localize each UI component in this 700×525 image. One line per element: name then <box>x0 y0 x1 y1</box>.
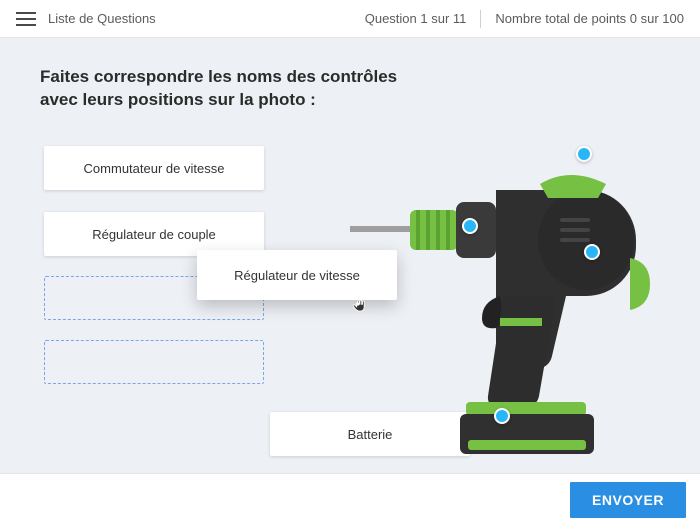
prompt-line-1: Faites correspondre les noms des contrôl… <box>40 66 397 89</box>
app-root: Liste de Questions Question 1 sur 11 Nom… <box>0 0 700 525</box>
submit-button[interactable]: ENVOYER <box>570 482 686 518</box>
card-label: Régulateur de vitesse <box>234 268 360 283</box>
card-speed-regulator-dragging[interactable]: Régulateur de vitesse <box>197 250 397 300</box>
dropzone-slot-4[interactable] <box>44 340 264 384</box>
topbar-right: Question 1 sur 11 Nombre total de points… <box>365 10 684 28</box>
hotspot-battery[interactable] <box>494 408 510 424</box>
card-label: Commutateur de vitesse <box>84 161 225 176</box>
menu-icon[interactable] <box>16 12 36 26</box>
question-prompt: Faites correspondre les noms des contrôl… <box>40 66 397 112</box>
question-list-label[interactable]: Liste de Questions <box>48 11 156 26</box>
hotspot-handle[interactable] <box>584 244 600 260</box>
footer: ENVOYER <box>0 473 700 525</box>
stage: Faites correspondre les noms des contrôl… <box>0 38 700 473</box>
hotspot-top[interactable] <box>576 146 592 162</box>
prompt-line-2: avec leurs positions sur la photo : <box>40 89 397 112</box>
points-total: Nombre total de points 0 sur 100 <box>495 11 684 26</box>
drill-image <box>350 118 670 458</box>
question-progress: Question 1 sur 11 <box>365 11 467 26</box>
card-speed-switch[interactable]: Commutateur de vitesse <box>44 146 264 190</box>
topbar: Liste de Questions Question 1 sur 11 Nom… <box>0 0 700 38</box>
cursor-grab-icon <box>350 296 370 316</box>
hotspot-chuck[interactable] <box>462 218 478 234</box>
card-label: Régulateur de couple <box>92 227 216 242</box>
divider <box>480 10 481 28</box>
